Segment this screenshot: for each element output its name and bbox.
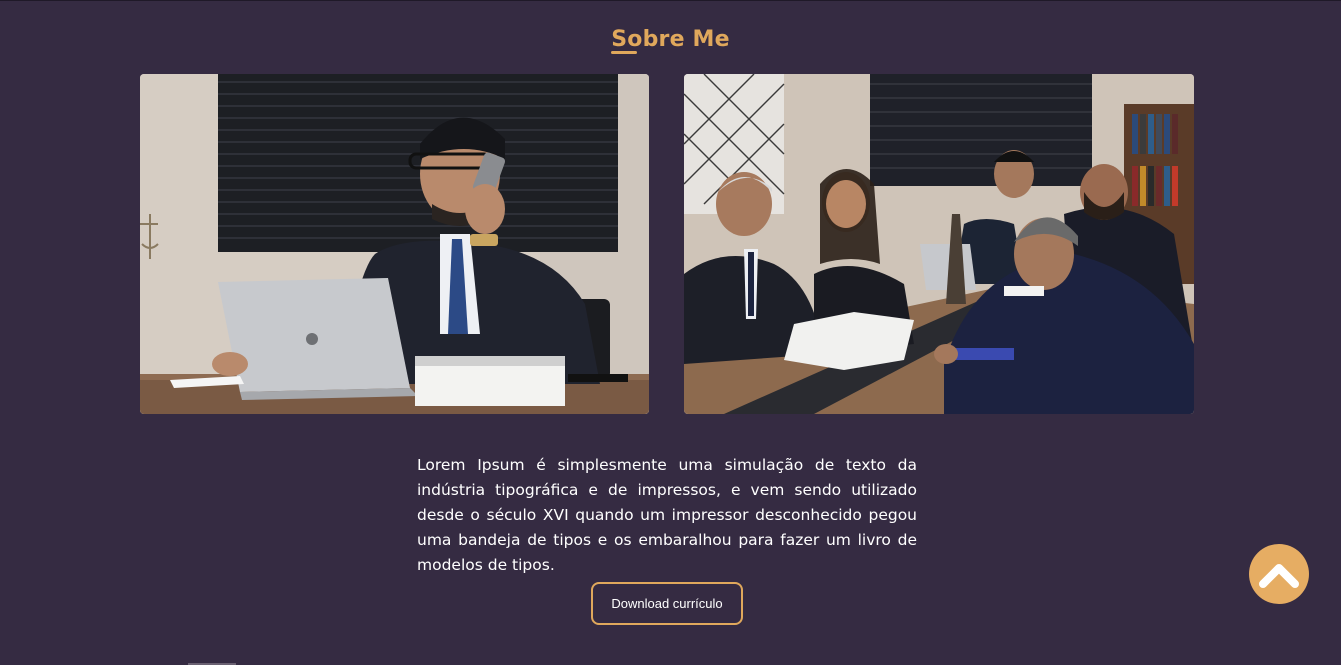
team-meeting-photo	[684, 74, 1194, 414]
about-paragraph: Lorem Ipsum é simplesmente uma simulação…	[417, 455, 917, 574]
section-heading: Sobre Me	[0, 27, 1341, 54]
scroll-to-top-button[interactable]	[1249, 544, 1309, 604]
title-underline	[611, 51, 638, 54]
about-section: Sobre Me Lorem Ipsum é simplesmente uma …	[0, 0, 1341, 665]
lawyer-on-phone-photo	[140, 74, 649, 414]
chevron-up-icon	[1259, 564, 1299, 588]
download-cv-button[interactable]: Download currículo	[591, 582, 743, 625]
section-title: Sobre Me	[611, 27, 730, 52]
